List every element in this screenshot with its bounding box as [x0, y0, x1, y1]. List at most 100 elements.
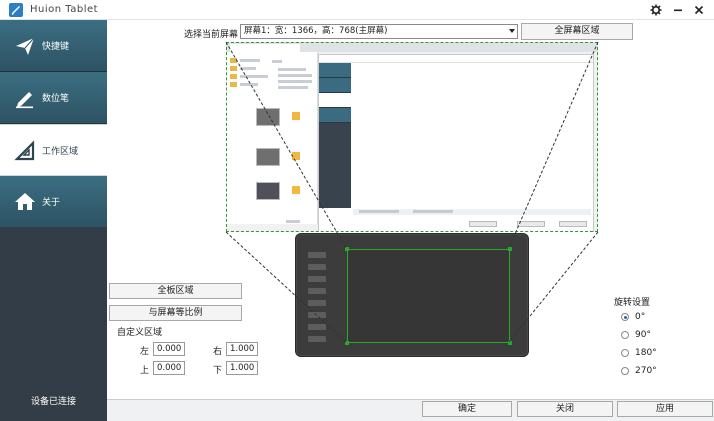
left-label: 左	[140, 347, 150, 357]
rotation-option-90[interactable]: 90°	[621, 330, 651, 340]
bottom-label: 下	[213, 366, 223, 376]
paper-plane-icon	[14, 35, 36, 57]
rotation-option-label: 90°	[635, 330, 651, 340]
preview-text	[413, 210, 453, 213]
rotation-title: 旋转设置	[614, 298, 651, 308]
tablet-express-key	[308, 324, 326, 330]
triangle-ruler-icon	[14, 140, 36, 162]
sidebar: 快捷键 数位笔 工作区域 关于 设备已连接	[0, 20, 107, 421]
pen-icon	[14, 87, 36, 109]
sidebar-item-label: 关于	[42, 198, 61, 208]
minimize-icon[interactable]	[669, 2, 687, 18]
tablet-illustration	[295, 233, 529, 357]
sidebar-item-pen[interactable]: 数位笔	[0, 72, 107, 124]
rotation-option-label: 270°	[635, 366, 657, 376]
preview-text	[278, 86, 308, 89]
preview-app-window	[318, 54, 594, 232]
rotation-option-label: 0°	[635, 312, 646, 322]
sidebar-item-shortcuts[interactable]: 快捷键	[0, 20, 107, 72]
preview-nav	[319, 108, 351, 123]
title-bar: Huion Tablet	[0, 0, 714, 20]
full-screen-area-button[interactable]: 全屏幕区域	[521, 23, 633, 40]
top-label: 上	[140, 366, 150, 376]
preview-text	[286, 220, 300, 223]
preview-tab	[230, 44, 300, 52]
radio[interactable]	[621, 331, 629, 339]
preview-button	[517, 221, 545, 227]
preview-text	[272, 60, 282, 63]
rotation-option-180[interactable]: 180°	[621, 348, 657, 358]
folder-icon	[230, 82, 237, 87]
resize-handle[interactable]	[345, 341, 349, 345]
sidebar-footer	[0, 227, 107, 421]
preview-text	[240, 59, 260, 62]
tablet-express-key	[308, 264, 326, 270]
preview-nav	[319, 78, 351, 93]
right-field[interactable]: 1.000	[226, 342, 258, 356]
folder-icon	[230, 74, 237, 79]
close-icon[interactable]	[690, 2, 708, 18]
tablet-express-key	[308, 300, 326, 306]
sidebar-item-work-area[interactable]: 工作区域	[0, 124, 107, 176]
preview-text	[278, 74, 312, 77]
resize-handle[interactable]	[345, 247, 349, 251]
preview-file-explorer	[226, 52, 318, 224]
preview-text	[240, 75, 268, 78]
tablet-express-key	[308, 336, 326, 342]
close-button[interactable]: 关闭	[517, 401, 613, 417]
chevron-down-icon	[509, 29, 515, 33]
resize-handle[interactable]	[508, 247, 512, 251]
preview-text	[359, 210, 399, 213]
sidebar-item-about[interactable]: 关于	[0, 176, 107, 228]
preview-text	[240, 67, 256, 70]
rotation-option-0[interactable]: 0°	[621, 312, 645, 322]
preview-window-bar	[319, 55, 593, 63]
full-tablet-area-button[interactable]: 全板区域	[109, 283, 242, 299]
tablet-mapping-frame[interactable]	[345, 247, 512, 345]
preview-nav	[319, 63, 351, 78]
radio-selected[interactable]	[621, 313, 629, 321]
custom-area-label: 自定义区域	[117, 328, 163, 338]
preview-content	[353, 65, 591, 205]
folder-icon	[230, 58, 237, 63]
rotation-option-270[interactable]: 270°	[621, 366, 657, 376]
gear-icon[interactable]	[647, 2, 665, 18]
window-title: Huion Tablet	[30, 4, 99, 15]
screen-select-label: 选择当前屏幕	[184, 30, 239, 40]
screen-preview	[226, 42, 598, 232]
preview-thumbnail	[292, 186, 300, 194]
connection-status: 设备已连接	[30, 397, 76, 407]
preview-nav	[319, 93, 351, 108]
bottom-field[interactable]: 1.000	[226, 361, 258, 375]
preview-sidebar	[319, 63, 351, 208]
preview-text	[278, 80, 312, 83]
tablet-express-key	[308, 252, 326, 258]
preview-text	[278, 68, 306, 71]
match-screen-ratio-button[interactable]: 与屏幕等比例	[109, 305, 242, 321]
screen-select-value: 屏幕1：宽：1366，高：768(主屏幕)	[244, 26, 388, 36]
top-field[interactable]: 0.000	[153, 361, 185, 375]
sidebar-item-label: 数位笔	[42, 94, 70, 104]
screen-select[interactable]: 屏幕1：宽：1366，高：768(主屏幕)	[240, 24, 518, 39]
radio[interactable]	[621, 349, 629, 357]
preview-thumbnail	[256, 148, 280, 166]
apply-button[interactable]: 应用	[617, 401, 713, 417]
sidebar-item-label: 快捷键	[42, 42, 70, 52]
ok-button[interactable]: 确定	[422, 401, 512, 417]
preview-button	[559, 221, 587, 227]
preview-thumbnail	[256, 182, 280, 200]
tablet-express-key	[308, 312, 326, 318]
preview-thumbnail	[292, 112, 300, 120]
resize-handle[interactable]	[508, 341, 512, 345]
app-logo-icon	[9, 3, 23, 17]
home-icon	[14, 191, 36, 213]
tablet-express-key	[308, 276, 326, 282]
preview-thumbnail	[292, 152, 300, 160]
preview-button	[469, 221, 497, 227]
sidebar-item-label: 工作区域	[42, 147, 79, 157]
preview-statusbar	[353, 209, 591, 215]
right-label: 右	[213, 347, 223, 357]
left-field[interactable]: 0.000	[153, 342, 185, 356]
folder-icon	[230, 66, 237, 71]
radio[interactable]	[621, 367, 629, 375]
